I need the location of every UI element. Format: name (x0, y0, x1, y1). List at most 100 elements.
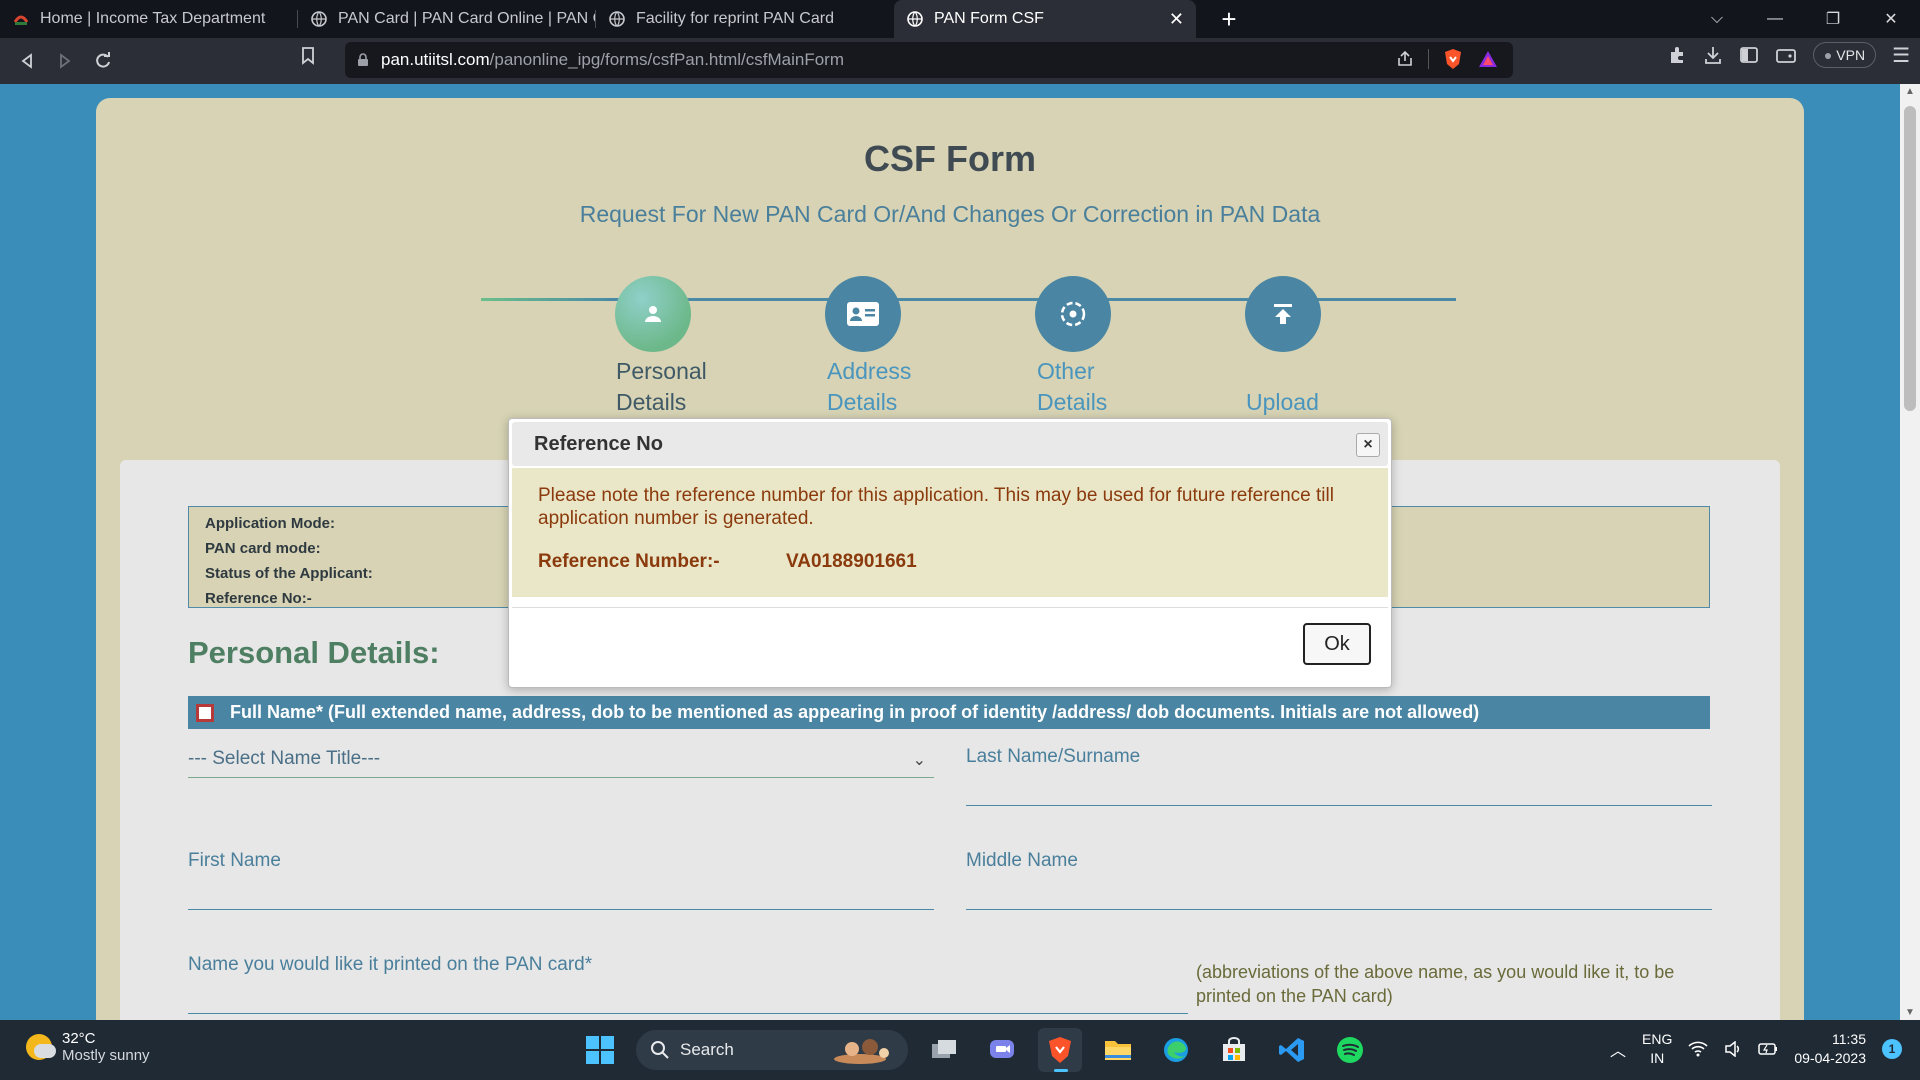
scroll-up-icon[interactable]: ▲ (1905, 86, 1915, 97)
taskbar-search[interactable]: Search (636, 1030, 908, 1070)
tab-list-chevron-icon[interactable]: ⌵ (1688, 0, 1746, 38)
tab-pan-card-online[interactable]: PAN Card | PAN Card Online | PAN Car (298, 0, 596, 38)
back-arrow-icon (21, 53, 32, 69)
tab-title: PAN Form CSF (934, 10, 1044, 27)
reload-button[interactable] (84, 42, 122, 80)
share-icon[interactable] (1396, 50, 1414, 68)
browser-tab-bar: Home | Income Tax Department PAN Card | … (0, 0, 1920, 38)
page-scrollbar[interactable]: ▲ ▼ (1900, 84, 1920, 1020)
dashed-circle-icon (1060, 301, 1086, 327)
menu-icon[interactable]: ☰ (1892, 43, 1910, 68)
system-tray: ︿ ENG IN 11:35 09-04-2023 1 (1610, 1030, 1902, 1068)
name-title-value: --- Select Name Title--- (188, 748, 381, 769)
dialog-close-button[interactable]: × (1356, 433, 1380, 457)
reference-number-value: VA0188901661 (786, 551, 917, 572)
abbreviation-note: (abbreviations of the above name, as you… (1196, 962, 1675, 1006)
minimize-button[interactable]: — (1746, 0, 1804, 38)
windows-start-icon[interactable] (578, 1028, 622, 1072)
step-upload[interactable] (1245, 276, 1321, 352)
new-tab-button[interactable]: + (1214, 4, 1244, 35)
sidebar-icon[interactable] (1739, 45, 1759, 65)
teams-chat-icon[interactable] (980, 1028, 1024, 1072)
globe-icon (609, 11, 625, 27)
downloads-icon[interactable] (1703, 45, 1723, 65)
address-bar[interactable]: pan.utiitsl.com/panonline_ipg/forms/csfP… (345, 42, 1513, 78)
step-personal-details[interactable] (615, 276, 691, 352)
toolbar-actions: ● VPN ☰ (1667, 42, 1910, 68)
task-view-icon[interactable] (922, 1028, 966, 1072)
volume-icon[interactable] (1724, 1041, 1742, 1057)
extensions-icon[interactable] (1667, 45, 1687, 65)
brave-rewards-icon[interactable] (1477, 49, 1499, 69)
dialog-body: Please note the reference number for thi… (512, 468, 1388, 597)
bookmark-button[interactable] (300, 46, 316, 71)
name-title-select[interactable]: --- Select Name Title--- ⌄ (188, 740, 934, 778)
spotify-icon[interactable] (1328, 1028, 1372, 1072)
step-label-address: Address Details (827, 358, 912, 415)
microsoft-store-icon[interactable] (1212, 1028, 1256, 1072)
step-other-details[interactable] (1035, 276, 1111, 352)
ok-button[interactable]: Ok (1303, 623, 1371, 665)
close-tab-icon[interactable]: ✕ (1169, 9, 1184, 30)
forward-button[interactable] (46, 42, 84, 80)
notification-badge[interactable]: 1 (1882, 1039, 1902, 1059)
first-name-input[interactable] (188, 909, 934, 910)
step-label-other: Other Details (1037, 358, 1108, 415)
edge-browser-icon[interactable] (1154, 1028, 1198, 1072)
page-title: CSF Form (863, 138, 1036, 179)
full-name-section-bar: Full Name* (Full extended name, address,… (188, 696, 1710, 729)
vpn-button[interactable]: ● VPN (1812, 42, 1877, 68)
restore-button[interactable]: ❐ (1804, 0, 1862, 38)
window-controls: ⌵ — ❐ ✕ (1688, 0, 1920, 38)
print-name-input[interactable] (188, 1013, 1188, 1014)
file-explorer-icon[interactable] (1096, 1028, 1140, 1072)
url-actions (1396, 48, 1499, 70)
weather-condition: Mostly sunny (62, 1047, 150, 1064)
close-window-button[interactable]: ✕ (1862, 0, 1920, 38)
print-name-label: Name you would like it printed on the PA… (188, 954, 593, 975)
full-name-checkbox[interactable] (196, 703, 214, 722)
first-name-label: First Name (188, 850, 281, 871)
last-name-label: Last Name/Surname (966, 746, 1141, 767)
clock[interactable]: 11:35 09-04-2023 (1794, 1030, 1866, 1068)
tab-title: Facility for reprint PAN Card (636, 10, 834, 27)
battery-icon[interactable] (1758, 1042, 1778, 1056)
sun-cloud-icon (26, 1034, 56, 1060)
scroll-down-icon[interactable]: ▼ (1905, 1007, 1915, 1018)
wifi-icon[interactable] (1688, 1041, 1708, 1057)
brave-shield-icon[interactable] (1443, 48, 1463, 70)
page-subtitle: Request For New PAN Card Or/And Changes … (579, 201, 1321, 227)
tab-reprint-pan[interactable]: Facility for reprint PAN Card (596, 0, 894, 38)
globe-icon (907, 11, 923, 27)
wallet-icon[interactable] (1775, 45, 1797, 65)
middle-name-label: Middle Name (966, 850, 1078, 871)
personal-details-heading: Personal Details: (188, 635, 440, 670)
tab-income-tax[interactable]: Home | Income Tax Department (0, 0, 298, 38)
vscode-icon[interactable] (1270, 1028, 1314, 1072)
step-address-details[interactable] (825, 276, 901, 352)
middle-name-input[interactable] (966, 909, 1712, 910)
tab-pan-form-csf[interactable]: PAN Form CSF ✕ (894, 0, 1196, 38)
clock-time: 11:35 (1832, 1031, 1866, 1047)
windows-taskbar: 32°C Mostly sunny Search ︿ ENG IN 11:35 … (0, 1020, 1920, 1080)
chevron-up-icon[interactable]: ︿ (1610, 1037, 1626, 1061)
full-name-instructions: Full Name* (Full extended name, address,… (230, 702, 1480, 722)
dialog-title: Reference No (534, 433, 663, 455)
url-host: pan.utiitsl.com (381, 50, 490, 69)
back-button[interactable] (8, 42, 46, 80)
language-indicator[interactable]: ENG IN (1642, 1030, 1672, 1068)
weather-widget[interactable]: 32°C Mostly sunny (26, 1030, 150, 1064)
scrollbar-thumb[interactable] (1904, 106, 1916, 411)
search-icon (651, 1041, 669, 1059)
step-label-upload: Upload (1246, 389, 1319, 415)
lock-icon (358, 53, 368, 66)
tab-title: PAN Card | PAN Card Online | PAN Car (338, 10, 596, 27)
clock-date: 09-04-2023 (1794, 1050, 1866, 1066)
vpn-label: VPN (1836, 47, 1866, 63)
dialog-header: Reference No × (512, 422, 1388, 466)
reference-number-label: Reference Number:- (538, 551, 720, 572)
weather-temperature: 32°C (62, 1030, 96, 1047)
last-name-input[interactable] (966, 805, 1712, 806)
brave-browser-icon[interactable] (1038, 1028, 1082, 1072)
address-card-icon (847, 302, 879, 326)
